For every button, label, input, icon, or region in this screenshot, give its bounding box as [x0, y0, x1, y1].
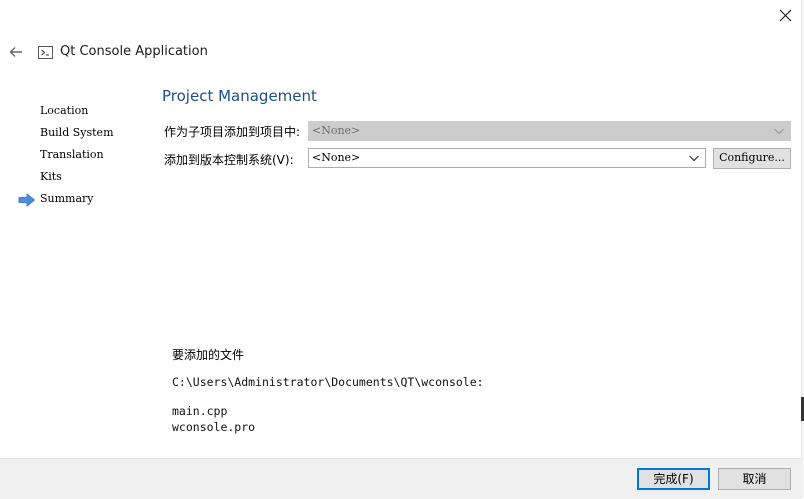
subproject-select-value: <None>: [312, 124, 361, 137]
chevron-down-icon: [689, 155, 699, 162]
close-button[interactable]: [772, 4, 798, 26]
sidebar-step-build-system: Build System: [40, 126, 114, 139]
file-list-item: wconsole.pro: [172, 420, 256, 434]
console-app-icon: [38, 46, 53, 59]
back-arrow-icon: [9, 47, 22, 57]
subproject-label: 作为子项目添加到项目中:: [164, 125, 301, 139]
sidebar-step-translation: Translation: [40, 148, 104, 161]
vcs-select-value: <None>: [312, 151, 361, 164]
sidebar-step-location: Location: [40, 104, 89, 117]
cancel-button[interactable]: 取消: [718, 468, 791, 490]
file-list-item: main.cpp: [172, 404, 228, 418]
close-icon: [779, 9, 791, 21]
configure-button[interactable]: Configure...: [713, 148, 791, 169]
files-directory: C:\Users\Administrator\Documents\QT\wcon…: [172, 375, 484, 389]
sidebar-step-kits: Kits: [40, 170, 62, 183]
back-button[interactable]: [6, 43, 26, 61]
current-step-arrow-icon: [18, 193, 36, 207]
finish-button[interactable]: 完成(F): [637, 468, 710, 490]
sidebar-step-summary: Summary: [40, 192, 94, 205]
files-to-add-title: 要添加的文件: [172, 348, 245, 362]
vcs-label: 添加到版本控制系统(V):: [164, 153, 294, 167]
window-title: Qt Console Application: [60, 44, 208, 59]
chevron-down-icon: [774, 128, 784, 135]
subproject-select: <None>: [308, 121, 791, 141]
page-title: Project Management: [162, 87, 317, 105]
vcs-select[interactable]: <None>: [308, 148, 706, 168]
